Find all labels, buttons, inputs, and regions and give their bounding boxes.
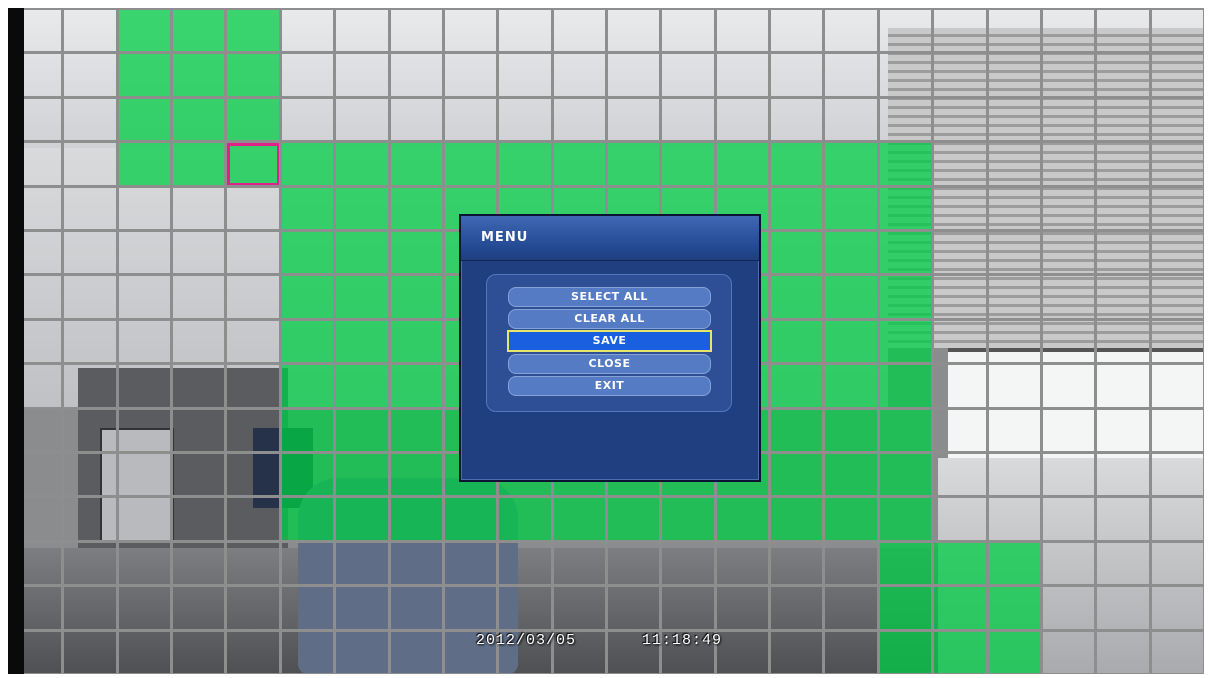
date-stamp: 2012/03/05 — [476, 632, 577, 649]
menu-panel: SELECT ALL CLEAR ALL SAVE CLOSE EXIT — [486, 274, 732, 412]
close-button[interactable]: CLOSE — [508, 354, 711, 374]
select-all-button[interactable]: SELECT ALL — [508, 287, 711, 307]
save-button[interactable]: SAVE — [507, 330, 712, 352]
menu-dialog: MENU SELECT ALL CLEAR ALL SAVE CLOSE EXI… — [459, 214, 761, 482]
camera-view: 2012/03/05 11:18:49 MENU SELECT ALL CLEA… — [8, 8, 1204, 674]
menu-title: MENU — [481, 230, 529, 245]
clear-all-button[interactable]: CLEAR ALL — [508, 309, 711, 329]
exit-button[interactable]: EXIT — [508, 376, 711, 396]
time-stamp: 11:18:49 — [642, 632, 723, 649]
osd-overlay: 2012/03/05 11:18:49 MENU SELECT ALL CLEA… — [8, 8, 1204, 674]
menu-header: MENU — [461, 216, 759, 261]
